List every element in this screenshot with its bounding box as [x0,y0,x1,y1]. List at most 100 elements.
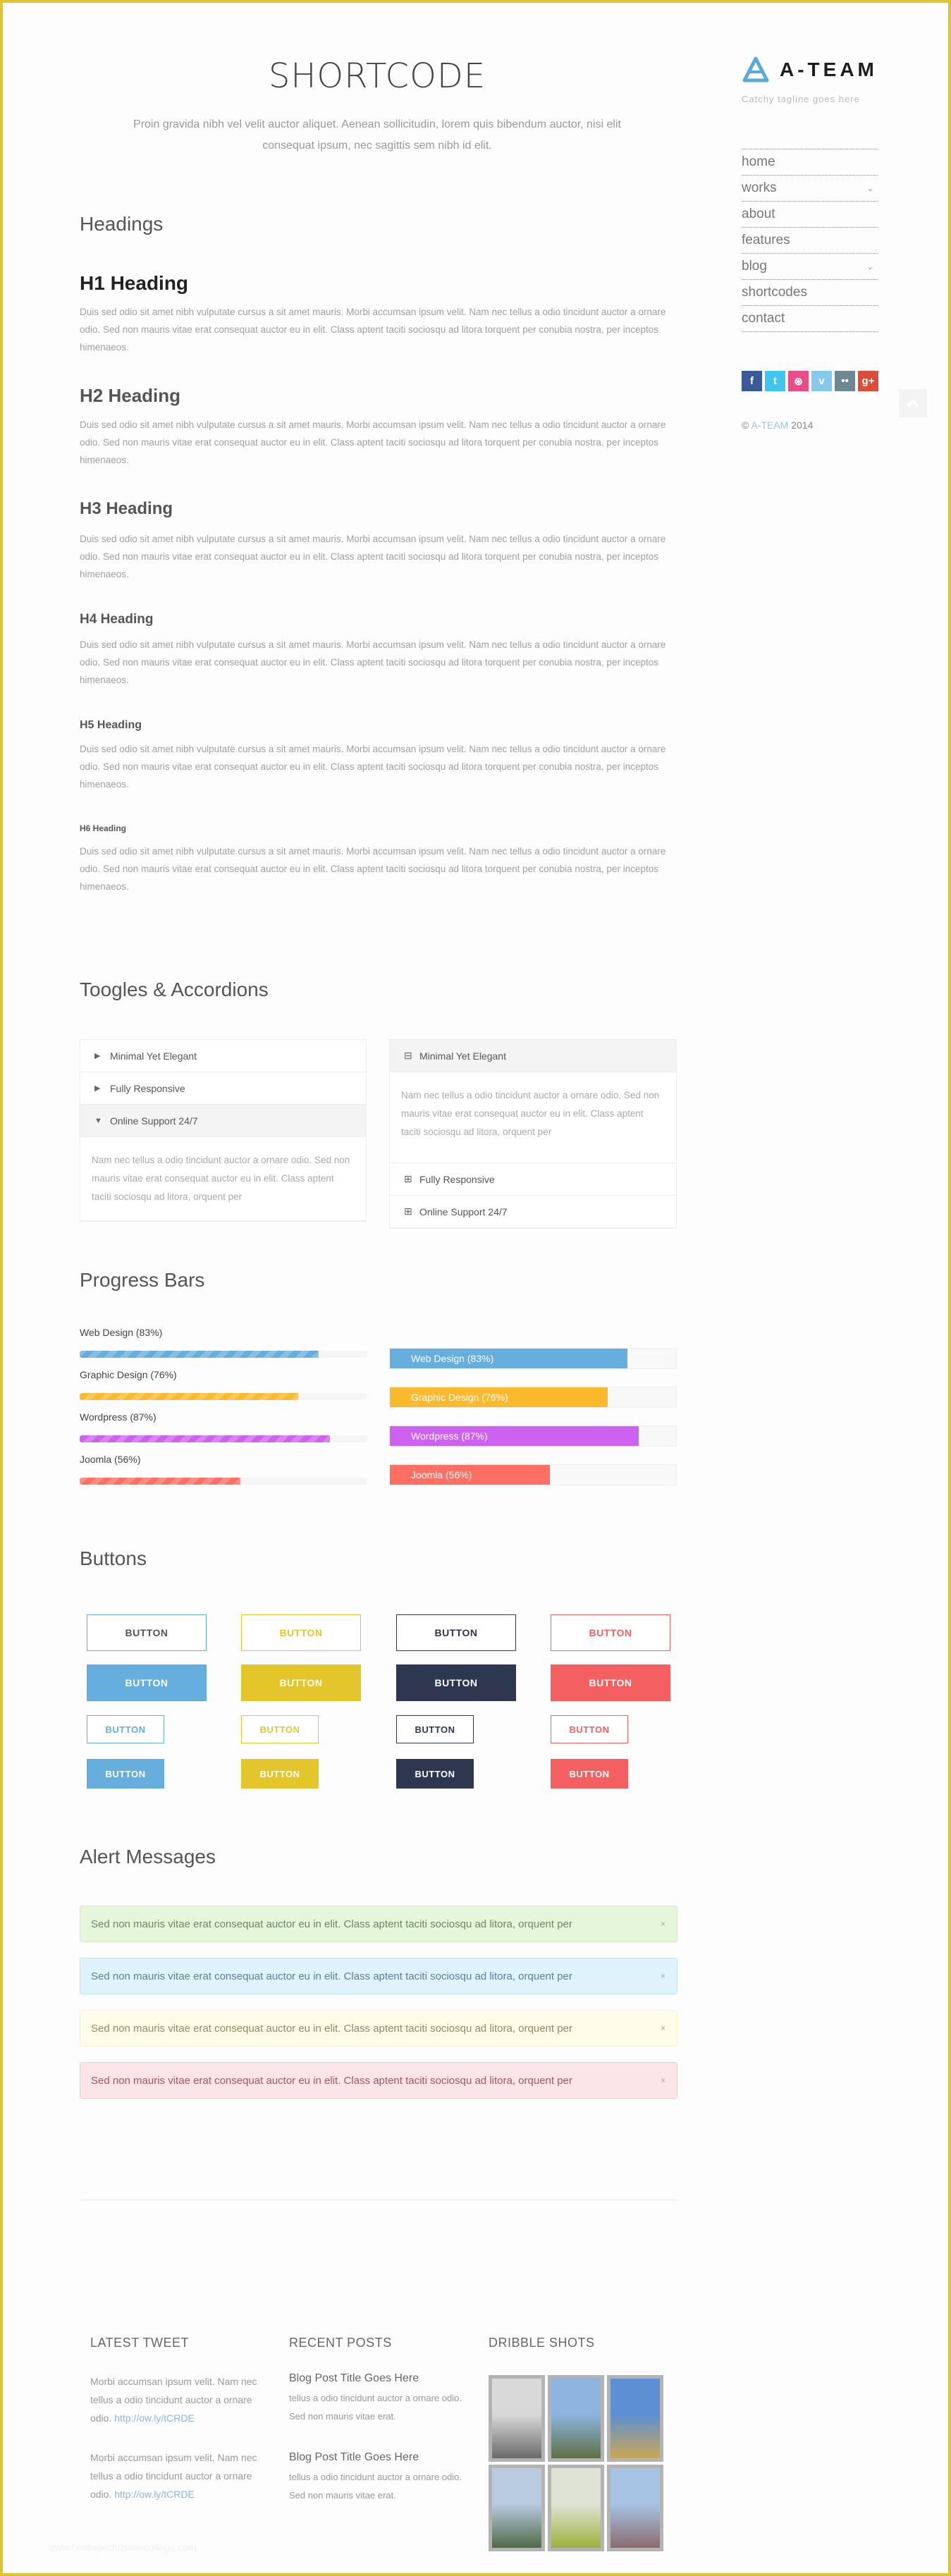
dribbble-glyph: ⊛ [794,375,803,388]
blue-outline-button[interactable]: BUTTON [87,1614,207,1651]
railway-photo [611,2468,660,2548]
navy-filled-button[interactable]: BUTTON [396,1664,516,1701]
google-plus-glyph: g+ [861,375,875,387]
toggle-label: Online Support 24/7 [419,1206,508,1218]
close-icon[interactable]: × [661,2075,665,2085]
accordion-header[interactable]: ⊞ Fully Responsive [390,1163,676,1196]
red-outline-button[interactable]: BUTTON [551,1614,670,1651]
toggle-group: ▶ Minimal Yet Elegant ▶ Fully Responsive ▼ On… [80,1039,367,1222]
nav-item-label: about [742,207,775,221]
yellow-outline-small-button[interactable]: BUTTON [241,1715,319,1743]
heading-h3: H3 Heading [80,499,173,518]
red-filled-button[interactable]: BUTTON [551,1664,670,1701]
close-icon[interactable]: × [661,1919,665,1929]
post-title-link[interactable]: Blog Post Title Goes Here [289,2451,465,2464]
alert-text: Sed non mauris vitae erat consequat auct… [91,2022,572,2035]
nav-item-about[interactable]: about [742,202,878,228]
toggle-content: Nam nec tellus a odio tincidunt auctor a… [80,1137,366,1221]
heading-h1: H1 Heading [80,272,189,294]
copyright-symbol: © [742,419,749,431]
red-outline-small-button[interactable]: BUTTON [551,1715,628,1743]
blue-filled-button[interactable]: BUTTON [87,1664,207,1701]
nav-item-features[interactable]: features [742,228,878,254]
dribbble-shot[interactable] [489,2375,545,2462]
blue-outline-small-button[interactable]: BUTTON [87,1715,164,1743]
heading-h2: H2 Heading [80,385,181,406]
dribbble-shot[interactable] [489,2465,545,2551]
dribbble-shot[interactable] [548,2375,604,2462]
heading-h6: H6 Heading [80,823,127,833]
heading-h5: H5 Heading [80,719,142,731]
nav-item-shortcodes[interactable]: shortcodes [742,280,878,306]
heading-h6-paragraph: Duis sed odio sit amet nibh vulputate cu… [80,846,666,892]
twitter-icon[interactable]: t [765,371,785,391]
labeled-progress-bar: Wordpress (87%) [389,1425,677,1447]
google-plus-icon[interactable]: g+ [858,371,878,391]
close-icon[interactable]: × [661,1971,665,1981]
watermark: www.heritagechristiancollege.com [48,2541,197,2553]
page-intro: Proin gravida nibh vel velit auctor aliq… [133,118,621,152]
dribbble-shot[interactable] [607,2375,663,2462]
alert-warning: Sed non mauris vitae erat consequat auct… [80,2010,677,2047]
dribbble-shots [489,2375,663,2551]
dribbble-icon[interactable]: ⊛ [788,371,809,391]
back-to-top-button[interactable] [899,389,927,417]
progress-fill [80,1351,319,1358]
dribbble-shot[interactable] [548,2465,604,2551]
navy-filled-small-button[interactable]: BUTTON [396,1759,474,1789]
navy-outline-small-button[interactable]: BUTTON [396,1715,474,1743]
progress-fill: Wordpress (87%) [390,1426,639,1446]
recent-post: Blog Post Title Goes Here tellus a odio t… [289,2372,465,2426]
accordion-header[interactable]: ⊟ Minimal Yet Elegant [390,1040,676,1072]
nav-item-home[interactable]: home [742,149,878,176]
navy-outline-button[interactable]: BUTTON [396,1614,516,1651]
toggle-header[interactable]: ▶ Minimal Yet Elegant [80,1040,366,1072]
post-title-link[interactable]: Blog Post Title Goes Here [289,2372,465,2385]
section-title-progress: Progress Bars [80,1269,205,1291]
progress-fill [80,1393,299,1400]
progress-fill [80,1478,241,1485]
alert-danger: Sed non mauris vitae erat consequat auct… [80,2062,677,2099]
accordion-group: ⊟ Minimal Yet Elegant Nam nec tellus a odi… [389,1039,677,1229]
social-links: f t ⊛ v •• g+ [742,371,878,391]
flickr-icon[interactable]: •• [835,371,855,391]
red-filled-small-button[interactable]: BUTTON [551,1759,628,1789]
nav-item-works[interactable]: works ⌄ [742,176,878,202]
striped-progress-bar [80,1351,367,1358]
vimeo-icon[interactable]: v [811,371,832,391]
nav-item-contact[interactable]: contact [742,306,878,332]
yellow-filled-button[interactable]: BUTTON [241,1664,361,1701]
heading-h4: H4 Heading [80,612,154,627]
accordion-header[interactable]: ⊞ Online Support 24/7 [390,1196,676,1228]
blue-filled-small-button[interactable]: BUTTON [87,1759,164,1789]
close-icon[interactable]: × [661,2023,665,2033]
dribbble-shot[interactable] [607,2465,663,2551]
labeled-progress-bar: Graphic Design (76%) [389,1387,677,1408]
tweet-link[interactable]: http://ow.ly/tCRDE [114,2489,195,2500]
logo[interactable]: A-TEAM [742,56,878,83]
facebook-glyph: f [750,375,754,387]
logo-triangle-icon [742,56,769,82]
striped-progress-bar [80,1435,367,1442]
caret-right-icon: ▶ [94,1084,101,1093]
facebook-icon[interactable]: f [742,371,762,391]
yellow-outline-button[interactable]: BUTTON [241,1614,361,1651]
flickr-glyph: •• [841,375,849,387]
footer-title-shots: DRIBBLE SHOTS [489,2336,595,2350]
tweet: Morbi accumsan ipsum velit. Nam nec tell… [90,2448,263,2503]
minus-square-icon: ⊟ [404,1050,412,1061]
heading-h1-paragraph: Duis sed odio sit amet nibh vulputate cu… [80,307,666,352]
yellow-filled-small-button[interactable]: BUTTON [241,1759,319,1789]
nav-item-label: contact [742,311,785,326]
valley-photo [551,2468,601,2548]
toggle-label: Fully Responsive [110,1082,185,1094]
nav-item-blog[interactable]: blog ⌄ [742,254,878,280]
vimeo-glyph: v [818,375,825,387]
copyright-brand-link[interactable]: A-TEAM [751,419,788,431]
copyright-year: 2014 [791,419,814,431]
footer-title-tweets: LATEST TWEET [90,2336,190,2350]
progress-fill-label: Joomla (56%) [411,1469,472,1480]
toggle-header[interactable]: ▼ Online Support 24/7 [80,1105,366,1137]
tweet-link[interactable]: http://ow.ly/tCRDE [114,2412,195,2424]
toggle-header[interactable]: ▶ Fully Responsive [80,1072,366,1105]
